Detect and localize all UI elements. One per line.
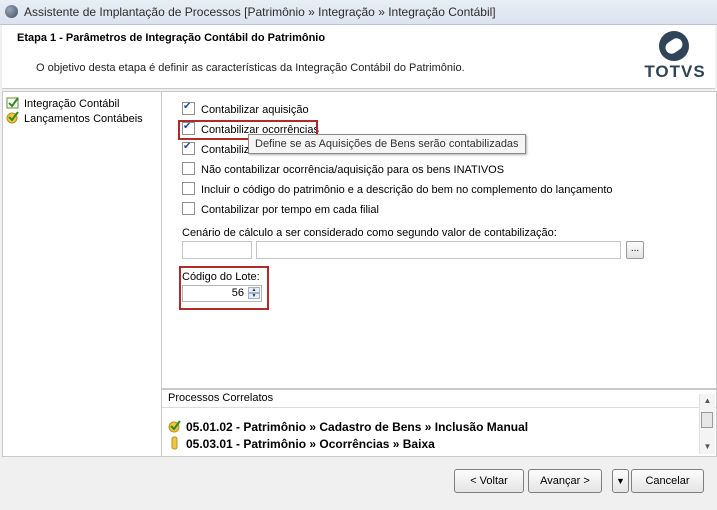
step-description: O objetivo desta etapa é definir as cara… [36,62,465,74]
sidebar-item-lancamentos-contabeis[interactable]: Lançamentos Contábeis [6,111,143,125]
hand-icon [171,436,178,450]
option-label: Não contabilizar ocorrência/aquisição pa… [201,164,505,176]
related-process-row[interactable]: 05.03.01 - Patrimônio » Ocorrências » Ba… [168,436,435,452]
next-button[interactable]: Avançar > [528,469,602,493]
scroll-down-icon[interactable]: ▼ [703,442,712,451]
scroll-thumb[interactable] [701,412,713,428]
logo-mark-icon [659,31,689,61]
related-processes-title: Processos Correlatos [168,392,274,404]
related-processes-panel: Processos Correlatos 05.01.02 - Patrimôn… [161,389,717,457]
option-contabilizar-por-tempo-filial[interactable]: Contabilizar por tempo em cada filial [182,202,379,218]
scenario-description-input[interactable] [256,241,621,259]
related-process-text: 05.01.02 - Patrimônio » Cadastro de Bens… [186,420,529,434]
wizard-header: Etapa 1 - Parâmetros de Integração Contá… [2,25,715,89]
scenario-lookup-button[interactable]: ... [626,241,644,259]
menu-dropdown-button[interactable]: ▼ [612,469,629,493]
parameters-panel: Contabilizar aquisição Contabilizar ocor… [161,91,717,389]
checkbox-unchecked[interactable] [182,162,195,175]
scenario-label: Cenário de cálculo a ser considerado com… [182,227,557,239]
checkbox-checked[interactable] [182,101,195,115]
steps-sidebar: Integração Contábil Lançamentos Contábei… [2,91,162,457]
lot-spinner[interactable]: 56 ▲ ▼ [182,285,262,302]
spin-down-icon[interactable]: ▼ [248,293,260,299]
tooltip: Define se as Aquisições de Bens serão co… [248,134,526,154]
related-process-row[interactable]: 05.01.02 - Patrimônio » Cadastro de Bens… [168,419,528,435]
option-label: Incluir o código do patrimônio e a descr… [201,184,613,196]
option-label: Contabilizar aquisição [201,104,309,116]
sidebar-item-integracao-contabil[interactable]: Integração Contábil [6,96,119,110]
cancel-button[interactable]: Cancelar [631,469,704,493]
sidebar-item-label: Integração Contábil [24,98,120,110]
checkbox-unchecked[interactable] [182,182,195,195]
option-incluir-codigo-complemento[interactable]: Incluir o código do patrimônio e a descr… [182,182,613,198]
logo-text: TOTVS [644,62,706,81]
option-contabilizar-3[interactable]: Contabiliz [182,141,250,158]
checklist-icon [6,97,19,109]
option-contabilizar-aquisicao[interactable]: Contabilizar aquisição [182,101,309,118]
option-nao-contabilizar-inativos[interactable]: Não contabilizar ocorrência/aquisição pa… [182,162,504,178]
checkbox-unchecked[interactable] [182,202,195,215]
checklist-icon [6,111,19,124]
window-title: Assistente de Implantação de Processos [… [24,5,496,19]
scroll-up-icon[interactable]: ▲ [703,396,712,405]
scenario-code-input[interactable] [182,241,252,259]
lot-value: 56 [231,287,244,299]
window-titlebar: Assistente de Implantação de Processos [… [0,0,717,25]
related-process-text: 05.03.01 - Patrimônio » Ocorrências » Ba… [186,437,435,451]
related-processes-header: Processos Correlatos [162,390,716,408]
totvs-logo: TOTVS [643,29,707,85]
wizard-footer: < Voltar Avançar > ▼ Cancelar [2,456,715,509]
sidebar-item-label: Lançamentos Contábeis [24,113,143,125]
option-label: Contabilizar por tempo em cada filial [201,204,379,216]
check-icon [168,420,181,433]
related-scrollbar[interactable]: ▲ ▼ [699,394,715,454]
app-icon [5,5,18,18]
option-label: Contabiliz [201,144,250,156]
step-title: Etapa 1 - Parâmetros de Integração Contá… [17,32,326,44]
back-button[interactable]: < Voltar [454,469,524,493]
checkbox-checked[interactable] [182,141,195,155]
lot-label: Código do Lote: [182,271,260,283]
